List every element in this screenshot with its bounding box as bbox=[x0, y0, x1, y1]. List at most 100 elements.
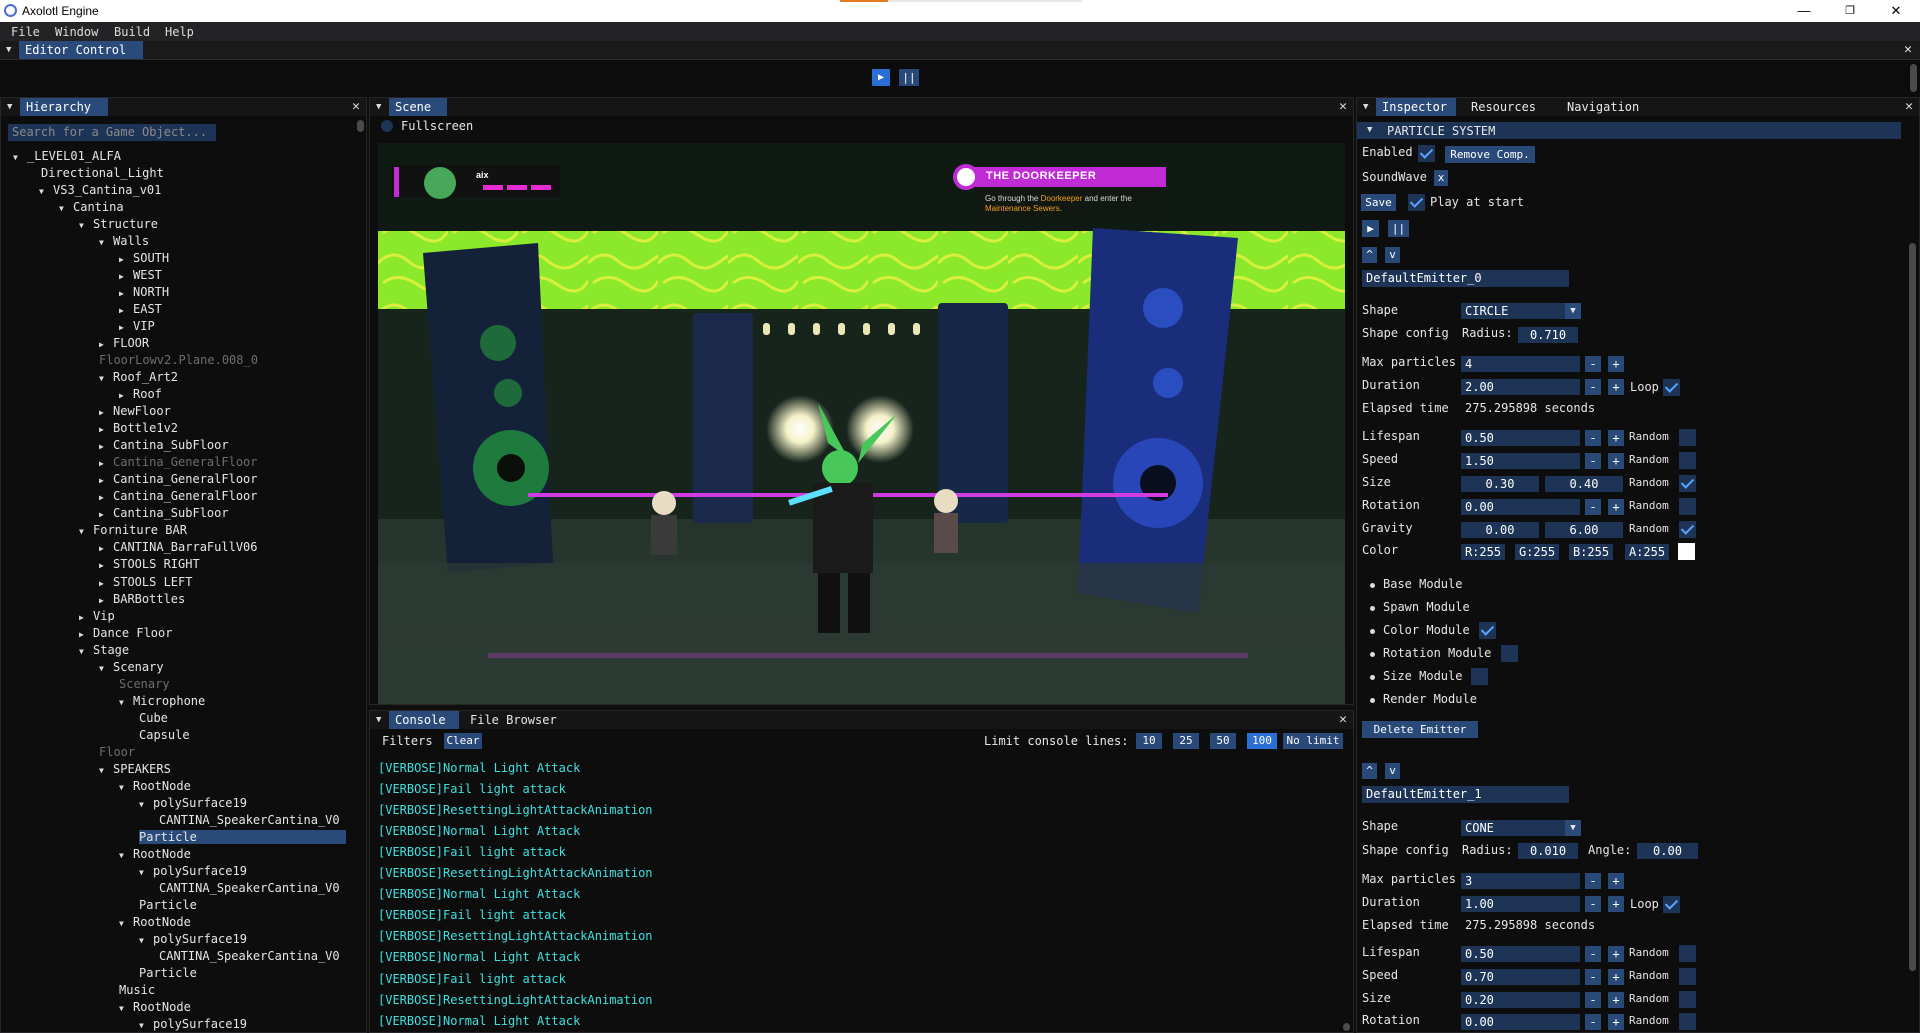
e1-size-increment-button[interactable]: + bbox=[1608, 992, 1624, 1008]
e1-rotation-random-checkbox[interactable] bbox=[1679, 1013, 1696, 1030]
emitter1-radius-field[interactable]: 0.010 bbox=[1518, 843, 1578, 859]
expanded-arrow-icon[interactable]: ▼ bbox=[39, 187, 47, 196]
particles-play-button[interactable]: ▶ bbox=[1362, 220, 1379, 237]
expanded-arrow-icon[interactable]: ▼ bbox=[99, 374, 107, 383]
hierarchy-item[interactable]: Capsule bbox=[139, 728, 190, 742]
max-particles-increment-button[interactable]: + bbox=[1608, 356, 1624, 372]
hierarchy-item[interactable]: CANTINA_SpeakerCantina_V0 bbox=[159, 949, 340, 963]
speed-decrement-button[interactable]: - bbox=[1585, 453, 1601, 469]
max-particles-field[interactable]: 4 bbox=[1461, 356, 1580, 372]
e1-loop-checkbox[interactable] bbox=[1663, 896, 1680, 913]
expanded-arrow-icon[interactable]: ▼ bbox=[139, 868, 147, 877]
expanded-arrow-icon[interactable]: ▼ bbox=[99, 664, 107, 673]
duration-decrement-button[interactable]: - bbox=[1585, 379, 1601, 395]
hierarchy-item[interactable]: ▶ Cantina_GeneralFloor bbox=[99, 489, 258, 503]
hierarchy-search-input[interactable]: Search for a Game Object... bbox=[8, 124, 216, 141]
expanded-arrow-icon[interactable]: ▼ bbox=[139, 800, 147, 809]
expanded-arrow-icon[interactable]: ▼ bbox=[99, 238, 107, 247]
particle-system-header[interactable]: ▼ PARTICLE SYSTEM bbox=[1357, 122, 1901, 139]
collapsed-arrow-icon[interactable]: ▶ bbox=[119, 255, 127, 264]
emitter1-angle-field[interactable]: 0.00 bbox=[1637, 843, 1698, 859]
limit-10-button[interactable]: 10 bbox=[1136, 733, 1162, 749]
expanded-arrow-icon[interactable]: ▼ bbox=[79, 221, 87, 230]
size-random-checkbox[interactable] bbox=[1679, 475, 1696, 492]
collapsed-arrow-icon[interactable]: ▶ bbox=[119, 323, 127, 332]
rotation-decrement-button[interactable]: - bbox=[1585, 499, 1601, 515]
lifespan-increment-button[interactable]: + bbox=[1608, 430, 1624, 446]
hierarchy-item[interactable]: ▼ Scenary bbox=[99, 660, 164, 674]
rotation-increment-button[interactable]: + bbox=[1608, 499, 1624, 515]
expanded-arrow-icon[interactable]: ▼ bbox=[119, 851, 127, 860]
hierarchy-item[interactable]: ▶ EAST bbox=[119, 302, 162, 316]
collapsed-arrow-icon[interactable]: ▶ bbox=[79, 630, 87, 639]
hierarchy-item[interactable]: ▶ Bottle1v2 bbox=[99, 421, 178, 435]
expanded-arrow-icon[interactable]: ▼ bbox=[79, 647, 87, 656]
e1-rotation-increment-button[interactable]: + bbox=[1608, 1014, 1624, 1030]
hierarchy-item[interactable]: ▶ Cantina_GeneralFloor bbox=[99, 455, 258, 469]
color-a-field[interactable]: A:255 bbox=[1625, 544, 1669, 560]
hierarchy-item[interactable]: Floor bbox=[99, 745, 135, 759]
e1-size-field[interactable]: 0.20 bbox=[1461, 992, 1580, 1008]
collapse-arrow-icon[interactable]: ▼ bbox=[7, 102, 12, 112]
duration-increment-button[interactable]: + bbox=[1608, 379, 1624, 395]
menu-window[interactable]: Window bbox=[55, 25, 98, 39]
collapse-arrow-icon[interactable]: ▼ bbox=[376, 715, 381, 725]
e1-rotation-decrement-button[interactable]: - bbox=[1585, 1014, 1601, 1030]
hierarchy-item[interactable]: ▼ Roof_Art2 bbox=[99, 370, 178, 384]
hierarchy-item[interactable]: Particle bbox=[139, 966, 197, 980]
e1-speed-decrement-button[interactable]: - bbox=[1585, 969, 1601, 985]
hierarchy-item[interactable]: ▶ Cantina_SubFloor bbox=[99, 438, 229, 452]
hierarchy-scrollbar[interactable] bbox=[357, 120, 364, 132]
collapsed-arrow-icon[interactable]: ▶ bbox=[99, 579, 107, 588]
color-swatch[interactable] bbox=[1678, 543, 1695, 560]
e1-duration-increment-button[interactable]: + bbox=[1608, 896, 1624, 912]
e1-speed-field[interactable]: 0.70 bbox=[1461, 969, 1580, 985]
e1-max-particles-increment-button[interactable]: + bbox=[1608, 873, 1624, 889]
hierarchy-item[interactable]: ▼ Walls bbox=[99, 234, 149, 248]
collapsed-arrow-icon[interactable]: ▶ bbox=[99, 596, 107, 605]
collapse-arrow-icon[interactable]: ▼ bbox=[1367, 125, 1372, 135]
rotation-field[interactable]: 0.00 bbox=[1461, 499, 1580, 515]
module-checkbox[interactable] bbox=[1479, 622, 1496, 639]
expanded-arrow-icon[interactable]: ▼ bbox=[119, 783, 127, 792]
e1-max-particles-decrement-button[interactable]: - bbox=[1585, 873, 1601, 889]
hierarchy-item[interactable]: ▼ polySurface19 bbox=[139, 864, 247, 878]
collapsed-arrow-icon[interactable]: ▶ bbox=[119, 306, 127, 315]
hierarchy-item[interactable]: ▶ SOUTH bbox=[119, 251, 169, 265]
hierarchy-item[interactable]: ▼ polySurface19 bbox=[139, 796, 247, 810]
tab-scene[interactable]: Scene bbox=[389, 98, 447, 116]
e1-duration-field[interactable]: 1.00 bbox=[1461, 896, 1580, 912]
e1-size-decrement-button[interactable]: - bbox=[1585, 992, 1601, 1008]
color-g-field[interactable]: G:255 bbox=[1515, 544, 1559, 560]
tab-navigation[interactable]: Navigation bbox=[1561, 98, 1645, 116]
size-max-field[interactable]: 0.40 bbox=[1545, 476, 1623, 492]
collapsed-arrow-icon[interactable]: ▶ bbox=[99, 340, 107, 349]
hierarchy-item[interactable]: Scenary bbox=[119, 677, 170, 691]
limit-none-button[interactable]: No limit bbox=[1283, 733, 1343, 749]
filters-button[interactable]: Filters bbox=[382, 734, 433, 748]
emitter0-down-button[interactable]: v bbox=[1385, 247, 1400, 263]
emitter0-up-button[interactable]: ^ bbox=[1362, 247, 1377, 263]
hierarchy-item[interactable]: ▶ BARBottles bbox=[99, 592, 185, 606]
hierarchy-item[interactable]: FloorLowv2.Plane.008_0 bbox=[99, 353, 258, 367]
menu-file[interactable]: File bbox=[11, 25, 40, 39]
emitter1-down-button[interactable]: v bbox=[1385, 763, 1400, 779]
hierarchy-item[interactable]: ▶ Vip bbox=[79, 609, 115, 623]
collapsed-arrow-icon[interactable]: ▶ bbox=[99, 425, 107, 434]
limit-50-button[interactable]: 50 bbox=[1210, 733, 1236, 749]
e1-duration-decrement-button[interactable]: - bbox=[1585, 896, 1601, 912]
hierarchy-item[interactable]: ▼ RootNode bbox=[119, 1000, 191, 1014]
gravity-random-checkbox[interactable] bbox=[1679, 521, 1696, 538]
play-button[interactable]: ▶ bbox=[872, 69, 890, 86]
tab-console[interactable]: Console bbox=[389, 711, 459, 729]
size-min-field[interactable]: 0.30 bbox=[1461, 476, 1539, 492]
hierarchy-item[interactable]: ▶ CANTINA_BarraFullV06 bbox=[99, 540, 258, 554]
expanded-arrow-icon[interactable]: ▼ bbox=[139, 1021, 147, 1030]
collapse-arrow-icon[interactable]: ▼ bbox=[6, 45, 11, 55]
collapsed-arrow-icon[interactable]: ▶ bbox=[119, 272, 127, 281]
speed-field[interactable]: 1.50 bbox=[1461, 453, 1580, 469]
color-b-field[interactable]: B:255 bbox=[1569, 544, 1613, 560]
limit-100-button[interactable]: 100 bbox=[1247, 733, 1277, 749]
hierarchy-item[interactable]: ▼ Microphone bbox=[119, 694, 205, 708]
maximize-button[interactable]: ❐ bbox=[1827, 0, 1873, 22]
